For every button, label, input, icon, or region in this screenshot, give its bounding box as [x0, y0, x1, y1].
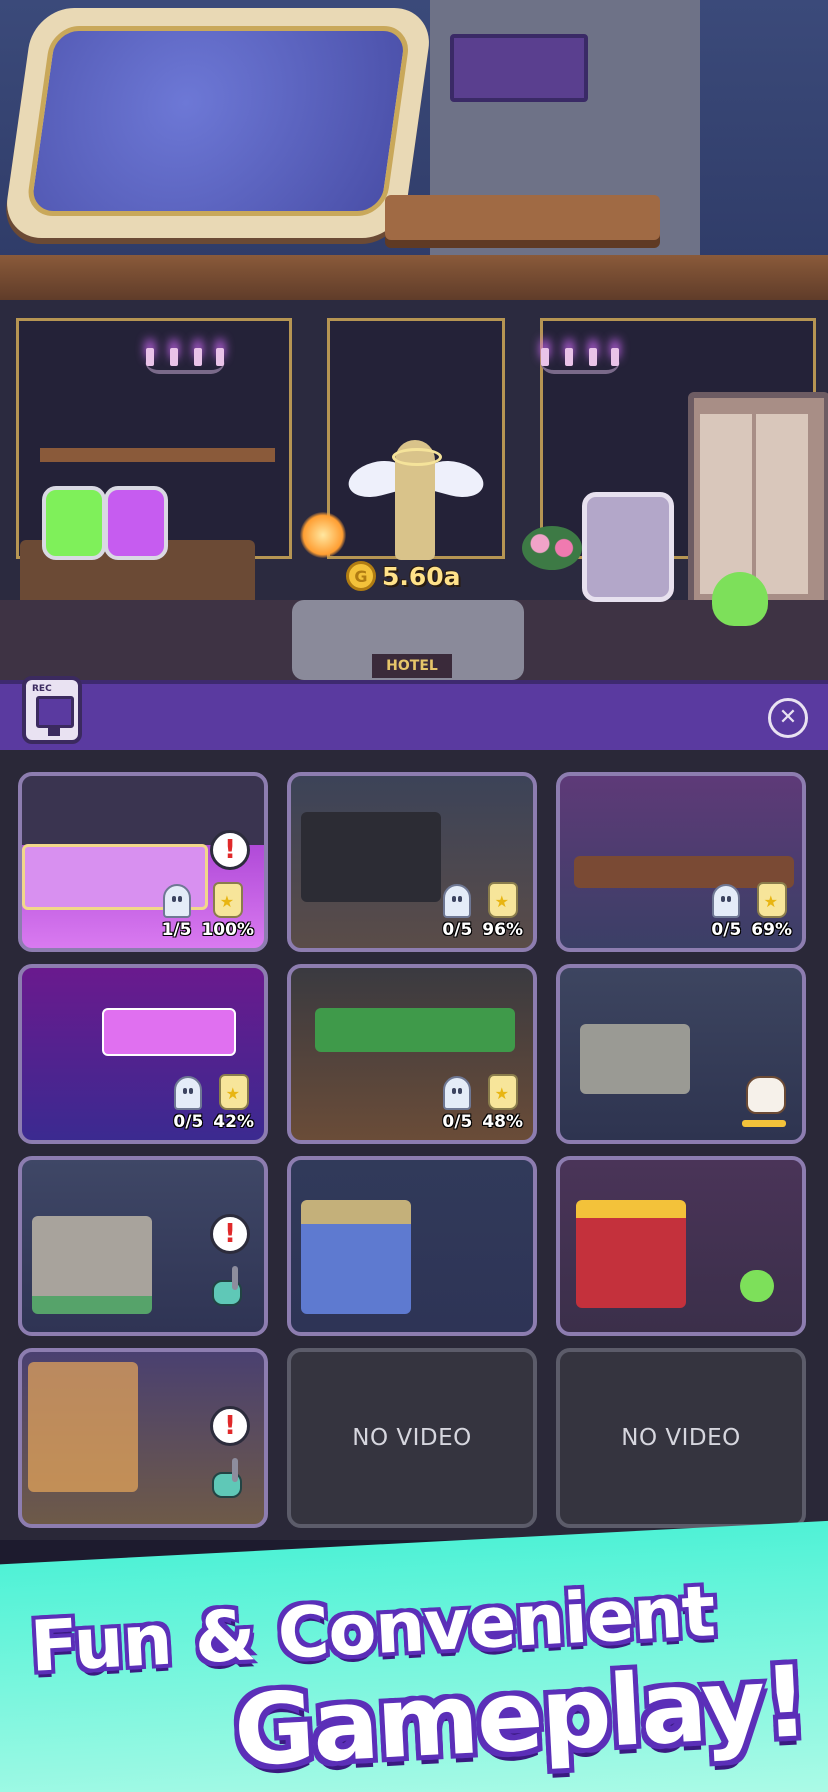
room-tile[interactable]: 0/5 48% — [287, 964, 537, 1144]
room-stats: 0/5 42% — [173, 1074, 254, 1132]
vacuum-icon — [212, 1266, 248, 1306]
bathtub — [1, 8, 435, 238]
room-tile[interactable]: 0/5 69% — [556, 772, 806, 952]
cleaning-progress-bar — [742, 1120, 786, 1127]
cleaning-glove-icon — [746, 1076, 786, 1114]
purple-drink-dispenser — [104, 486, 168, 560]
crystal-ball-icon — [300, 512, 346, 558]
ghost-icon — [443, 884, 472, 918]
ghost-count: 0/5 — [442, 1112, 473, 1132]
bath-rug — [450, 34, 588, 102]
ghost-count: 0/5 — [711, 920, 742, 940]
room-stats: 0/5 96% — [442, 882, 523, 940]
no-video-tile: NO VIDEO — [287, 1348, 537, 1528]
bed-icon — [32, 1216, 152, 1314]
vacuum-icon — [212, 1458, 248, 1498]
flower-vase-icon — [522, 526, 582, 570]
fill-percent: 96% — [482, 920, 523, 940]
wall-shelf — [40, 448, 275, 462]
room-tile[interactable]: 0/5 96% — [287, 772, 537, 952]
star-jar-icon — [756, 882, 787, 918]
star-jar-icon — [218, 1074, 249, 1110]
plant-row-icon — [315, 1008, 515, 1052]
hotel-lobby-scene[interactable]: HOTEL G 5.60a — [0, 0, 828, 680]
room-tile[interactable]: ! — [18, 1348, 268, 1528]
rec-monitor-button[interactable]: REC — [22, 676, 82, 744]
coin-icon: G — [346, 561, 376, 591]
monitor-stand — [48, 726, 60, 736]
front-desk[interactable]: HOTEL — [292, 600, 524, 680]
ghost-count: 1/5 — [161, 920, 192, 940]
canopy-bed-icon — [28, 1362, 138, 1492]
fill-percent: 48% — [482, 1112, 523, 1132]
fill-percent: 42% — [213, 1112, 254, 1132]
ghost-icon — [712, 884, 741, 918]
room-tile[interactable] — [556, 1156, 806, 1336]
green-drink-dispenser — [42, 486, 106, 560]
room-stats: 0/5 69% — [711, 882, 792, 940]
alert-icon: ! — [210, 830, 250, 870]
ghost-count: 0/5 — [442, 920, 473, 940]
floor-ledge — [0, 255, 828, 303]
bunny-ghost-icon — [740, 1270, 774, 1302]
alert-icon: ! — [210, 1406, 250, 1446]
close-button[interactable]: ✕ — [768, 698, 808, 738]
fill-percent: 69% — [751, 920, 792, 940]
monitor-icon — [36, 696, 74, 728]
rec-label: REC — [32, 684, 52, 694]
cctv-panel-header: REC ✕ — [0, 676, 828, 750]
fill-percent: 100% — [201, 920, 254, 940]
bed-icon — [576, 1200, 686, 1308]
towel-table — [385, 195, 660, 240]
dusty-bed-icon — [580, 1024, 690, 1094]
room-tile[interactable]: ! 1/5 100% — [18, 772, 268, 952]
dj-booth-icon — [102, 1008, 236, 1056]
room-tile[interactable]: 0/5 42% — [18, 964, 268, 1144]
ghost-icon — [162, 884, 191, 918]
sauna-bench-icon — [301, 812, 441, 902]
room-tile[interactable] — [556, 964, 806, 1144]
alert-icon: ! — [210, 1214, 250, 1254]
chandelier-icon — [535, 340, 625, 390]
halo-icon — [392, 448, 442, 466]
room-stats: 1/5 100% — [162, 882, 254, 940]
room-grid: ! 1/5 100% 0/5 96% 0/5 69% 0/5 42% 0/5 4… — [0, 750, 828, 1540]
no-video-tile: NO VIDEO — [556, 1348, 806, 1528]
ghost-icon — [174, 1076, 203, 1110]
earnings-display[interactable]: G 5.60a — [346, 558, 461, 594]
star-jar-icon — [487, 1074, 518, 1110]
room-tile[interactable]: ! — [18, 1156, 268, 1336]
bed-icon — [301, 1200, 411, 1314]
room-stats: 0/5 48% — [442, 1074, 523, 1132]
promo-banner: Fun & Convenient Gameplay! — [0, 1510, 828, 1792]
star-jar-icon — [212, 882, 243, 918]
ghost-count: 0/5 — [173, 1112, 204, 1132]
earnings-amount: 5.60a — [382, 561, 461, 591]
bunny-ghost-icon[interactable] — [712, 572, 768, 626]
mirror-character[interactable] — [582, 492, 674, 602]
room-tile[interactable] — [287, 1156, 537, 1336]
ghost-icon — [443, 1076, 472, 1110]
star-jar-icon — [487, 882, 518, 918]
chandelier-icon — [140, 340, 230, 390]
desk-sign: HOTEL — [372, 654, 452, 678]
bathtub-water — [24, 26, 412, 216]
